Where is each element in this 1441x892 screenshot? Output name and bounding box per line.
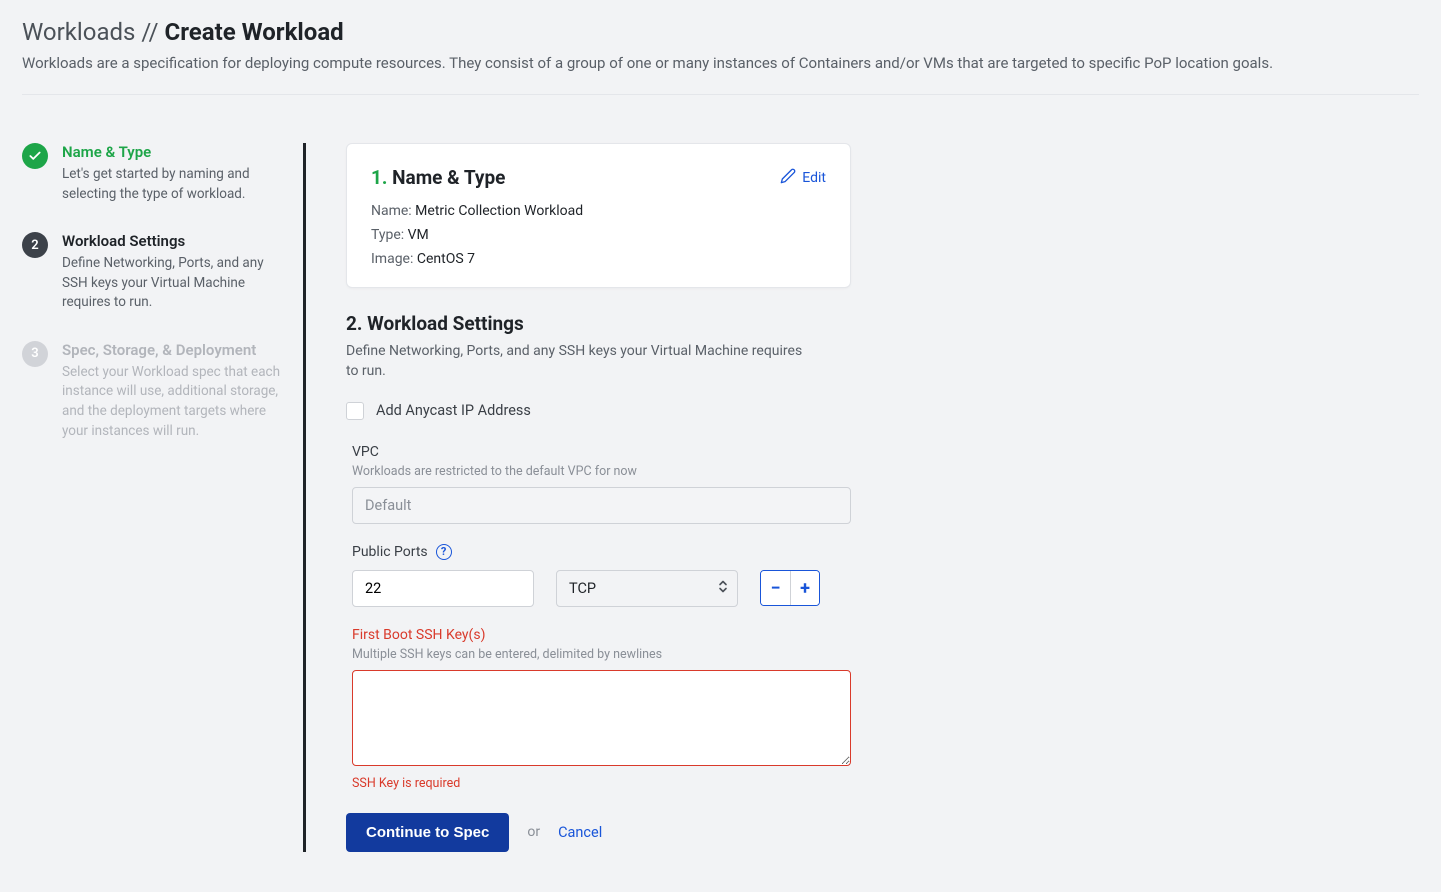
summary-type: Type: VM [371,227,826,243]
page-description: Workloads are a specification for deploy… [22,54,1419,72]
add-port-button[interactable]: + [790,571,819,605]
pencil-icon [780,168,802,188]
edit-label: Edit [802,170,826,186]
settings-heading: 2. Workload Settings [346,312,851,335]
step-1-desc: Let's get started by naming and selectin… [62,165,285,204]
page-title: Create Workload [165,18,344,46]
ports-field: Public Ports ? TCP − + [346,544,851,607]
breadcrumb: Workloads // Create Workload [22,18,1419,46]
cancel-link[interactable]: Cancel [558,824,602,841]
summary-heading: 1. Name & Type [371,166,505,189]
summary-card: 1. Name & Type Edit Name: Metric Collect… [346,143,851,288]
help-icon[interactable]: ? [436,544,452,560]
or-text: or [527,824,540,840]
port-input[interactable] [352,570,534,607]
step-2-desc: Define Networking, Ports, and any SSH ke… [62,254,285,313]
step-1-title: Name & Type [62,143,285,161]
ssh-error: SSH Key is required [352,776,851,791]
edit-button[interactable]: Edit [780,168,826,188]
vpc-field: VPC Workloads are restricted to the defa… [346,444,851,524]
step-2[interactable]: 2 Workload Settings Define Networking, P… [22,232,285,313]
step-3-desc: Select your Workload spec that each inst… [62,363,285,441]
anycast-checkbox[interactable] [346,402,364,420]
step-2-badge: 2 [22,232,48,258]
page-header: Workloads // Create Workload Workloads a… [22,18,1419,113]
step-1[interactable]: Name & Type Let's get started by naming … [22,143,285,204]
check-icon [22,143,48,169]
step-3: 3 Spec, Storage, & Deployment Select you… [22,341,285,441]
remove-port-button[interactable]: − [761,571,790,605]
port-button-group: − + [760,570,820,606]
step-2-title: Workload Settings [62,232,285,250]
divider [22,94,1419,95]
continue-button[interactable]: Continue to Spec [346,813,509,852]
step-3-title: Spec, Storage, & Deployment [62,341,285,359]
vpc-label: VPC [352,444,851,460]
step-sidebar: Name & Type Let's get started by naming … [22,143,304,852]
ssh-label: First Boot SSH Key(s) [352,627,851,643]
vpc-help: Workloads are restricted to the default … [352,464,851,479]
summary-image: Image: CentOS 7 [371,251,826,267]
ssh-field: First Boot SSH Key(s) Multiple SSH keys … [346,627,851,791]
step-3-badge: 3 [22,341,48,367]
ports-label: Public Ports [352,544,428,560]
settings-desc: Define Networking, Ports, and any SSH ke… [346,341,806,382]
protocol-select[interactable]: TCP [556,570,738,607]
summary-name: Name: Metric Collection Workload [371,203,826,219]
ssh-help: Multiple SSH keys can be entered, delimi… [352,647,851,662]
breadcrumb-prefix: Workloads // [22,18,165,46]
action-row: Continue to Spec or Cancel [346,813,851,852]
anycast-row[interactable]: Add Anycast IP Address [346,402,851,420]
vpc-input: Default [352,487,851,524]
ssh-textarea[interactable] [352,670,851,766]
anycast-label: Add Anycast IP Address [376,402,531,419]
